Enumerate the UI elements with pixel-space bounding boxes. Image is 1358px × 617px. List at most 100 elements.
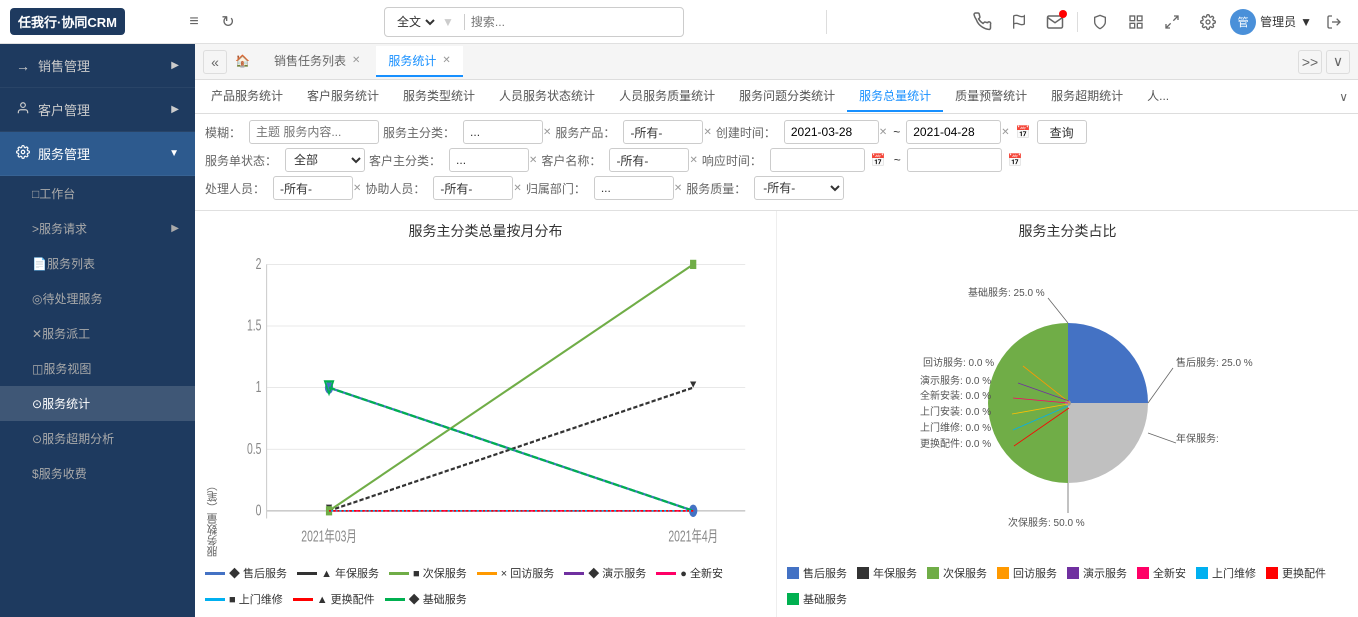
filter-fuzzy-input[interactable] — [249, 120, 379, 144]
filter-dept-clear[interactable]: ✕ — [674, 183, 682, 194]
charts-area: 服务主分类总量按月分布 服务数量（笔） — [195, 211, 1358, 617]
fullscreen-icon[interactable] — [1158, 8, 1186, 36]
sub-tab-overdue-stats[interactable]: 服务超期统计 — [1039, 81, 1135, 112]
filter-cust-name-clear[interactable]: ✕ — [689, 155, 697, 166]
filter-create-from[interactable] — [784, 120, 879, 144]
sidebar-arrow-customer: ▶ — [171, 104, 179, 115]
sub-tab-customer[interactable]: 客户服务统计 — [295, 81, 391, 112]
svg-text:演示服务: 0.0 %: 演示服务: 0.0 % — [920, 374, 991, 387]
sidebar-sub-label-dispatch: 服务派工 — [42, 325, 90, 342]
filter-query-btn[interactable]: 查询 — [1037, 120, 1087, 144]
pie-legend-annual-color — [857, 567, 869, 579]
filter-response-from[interactable] — [770, 148, 865, 172]
pie-chart-legend: 售后服务 年保服务 次保服务 回访服务 — [787, 565, 1348, 607]
filter-dept-input[interactable] — [594, 176, 674, 200]
filter-cal-icon[interactable]: 📅 — [1016, 125, 1031, 139]
sidebar-item-label-sales: 销售管理 — [38, 56, 90, 75]
sub-tab-total[interactable]: 服务总量统计 — [847, 81, 943, 112]
divider2 — [1077, 12, 1078, 32]
tab-sales-task-label: 销售任务列表 — [274, 52, 346, 69]
filter-handler-input[interactable] — [273, 176, 353, 200]
tab-sales-task-close[interactable]: ✕ — [352, 55, 360, 66]
sidebar-sub-fee[interactable]: $ 服务收费 — [0, 456, 195, 491]
sidebar-item-service[interactable]: 服务管理 ▼ — [0, 132, 195, 176]
tab-service-stats-close[interactable]: ✕ — [442, 55, 450, 66]
legend-subservice: ■ 次保服务 — [389, 565, 467, 581]
sidebar-sub-dispatch[interactable]: ✕ 服务派工 — [0, 316, 195, 351]
svg-text:0: 0 — [256, 501, 262, 519]
sidebar-item-customer[interactable]: 客户管理 ▶ — [0, 88, 195, 132]
sidebar-sub-workbench[interactable]: □ 工作台 — [0, 176, 195, 211]
filter-assistant-input[interactable] — [433, 176, 513, 200]
sidebar-sub-service-view[interactable]: ◫ 服务视图 — [0, 351, 195, 386]
service-req-arrow: ▶ — [171, 223, 179, 234]
filter-handler-clear[interactable]: ✕ — [353, 183, 361, 194]
refresh-icon[interactable]: ↻ — [214, 8, 242, 36]
sub-tab-product[interactable]: 产品服务统计 — [199, 81, 295, 112]
sidebar-sub-pending[interactable]: ◎ 待处理服务 — [0, 281, 195, 316]
sub-tab-total-label: 服务总量统计 — [859, 89, 931, 103]
filter-create-to-clear[interactable]: ✕ — [1001, 127, 1009, 138]
filter-cust-name-input[interactable] — [609, 148, 689, 172]
sub-tab-expand-btn[interactable]: ∨ — [1333, 90, 1354, 104]
filter-response-cal1[interactable]: 📅 — [871, 153, 886, 167]
sub-tab-issue[interactable]: 服务问题分类统计 — [727, 81, 847, 112]
filter-response-to[interactable] — [907, 148, 1002, 172]
legend-demo: ◆ 演示服务 — [564, 565, 646, 581]
filter-label-assistant: 协助人员： — [365, 180, 425, 197]
logout-icon[interactable] — [1320, 8, 1348, 36]
tab-service-stats[interactable]: 服务统计 ✕ — [376, 46, 462, 77]
fee-icon: $ — [32, 467, 39, 481]
filter-assistant-clear[interactable]: ✕ — [513, 183, 521, 194]
filter-row-3: 处理人员： ✕ 协助人员： ✕ 归属部门： ✕ 服务质量： -所有- — [205, 176, 1348, 200]
tabs-expand-btn[interactable]: ∨ — [1326, 50, 1350, 74]
filter-create-from-clear[interactable]: ✕ — [879, 127, 887, 138]
flag-icon[interactable] — [1005, 8, 1033, 36]
call-icon[interactable] — [969, 8, 997, 36]
svg-text:2021年03月: 2021年03月 — [301, 528, 356, 546]
svg-text:2021年4月: 2021年4月 — [668, 528, 718, 546]
filter-cust-cat-clear[interactable]: ✕ — [529, 155, 537, 166]
shield-icon[interactable] — [1086, 8, 1114, 36]
filter-create-to[interactable] — [906, 120, 1001, 144]
tab-home[interactable]: 🏠 — [227, 48, 258, 76]
svg-text:基础服务: 25.0 %: 基础服务: 25.0 % — [968, 286, 1045, 299]
grid-icon[interactable] — [1122, 8, 1150, 36]
menu-icon[interactable]: ≡ — [180, 8, 208, 36]
sidebar-sub-service-req[interactable]: > 服务请求 ▶ — [0, 211, 195, 246]
sub-tab-more[interactable]: 人... — [1135, 81, 1181, 112]
filter-main-cat-clear[interactable]: ✕ — [543, 127, 551, 138]
tabs-prev-btn[interactable]: « — [203, 50, 227, 74]
sub-tab-issue-label: 服务问题分类统计 — [739, 89, 835, 103]
tab-sales-task[interactable]: 销售任务列表 ✕ — [262, 46, 372, 77]
sidebar-item-sales[interactable]: → 销售管理 ▶ — [0, 44, 195, 88]
pie-legend-visit-color — [997, 567, 1009, 579]
filter-label-fuzzy: 模糊： — [205, 124, 241, 141]
filter-product-clear[interactable]: ✕ — [703, 127, 711, 138]
sub-tab-staff-status[interactable]: 人员服务状态统计 — [487, 81, 607, 112]
search-type-select[interactable]: 全文 — [393, 14, 438, 30]
admin-button[interactable]: 管 管理员 ▼ — [1230, 9, 1312, 35]
filter-status-select[interactable]: 全部 — [285, 148, 365, 172]
overdue-icon: ⊙ — [32, 432, 42, 446]
sub-tab-staff-quality[interactable]: 人员服务质量统计 — [607, 81, 727, 112]
sidebar-sub-service-list[interactable]: 📄 服务列表 — [0, 246, 195, 281]
settings-icon[interactable] — [1194, 8, 1222, 36]
sub-tab-quality-forecast[interactable]: 质量预警统计 — [943, 81, 1039, 112]
sidebar-sub-stats[interactable]: ⊙ 服务统计 — [0, 386, 195, 421]
sub-tab-type[interactable]: 服务类型统计 — [391, 81, 487, 112]
pie-legend-parts-label: 更换配件 — [1282, 565, 1326, 581]
pie-legend-aftersales: 售后服务 — [787, 565, 847, 581]
filter-quality-select[interactable]: -所有- — [754, 176, 844, 200]
search-input[interactable] — [471, 15, 675, 29]
mail-icon[interactable] — [1041, 8, 1069, 36]
pie-legend-sub-color — [927, 567, 939, 579]
pie-legend-basic-label: 基础服务 — [803, 591, 847, 607]
legend-basic-color — [385, 598, 405, 601]
sidebar-sub-overdue[interactable]: ⊙ 服务超期分析 — [0, 421, 195, 456]
filter-product-input[interactable] — [623, 120, 703, 144]
filter-response-cal2[interactable]: 📅 — [1008, 153, 1023, 167]
tabs-next-btn[interactable]: >> — [1298, 50, 1322, 74]
filter-main-cat-input[interactable] — [463, 120, 543, 144]
filter-cust-cat-input[interactable] — [449, 148, 529, 172]
